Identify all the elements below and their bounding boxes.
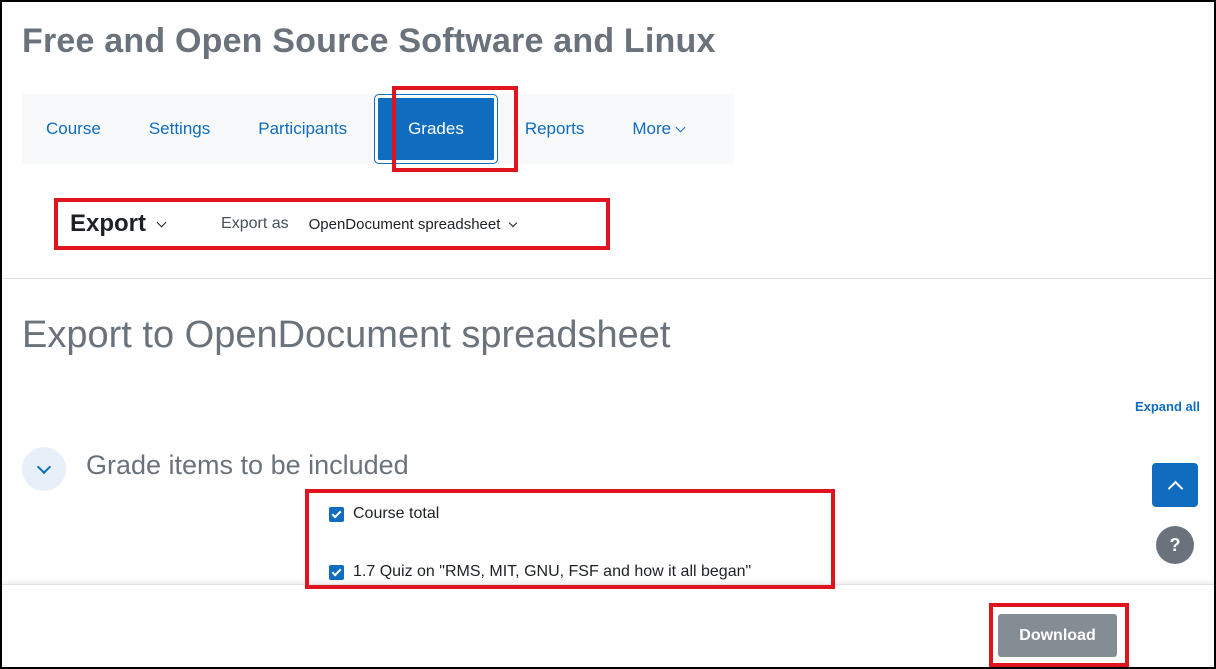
tab-grades-label: Grades (408, 119, 464, 138)
check-icon (331, 508, 342, 518)
tab-reports-label: Reports (524, 119, 585, 138)
expand-all-link[interactable]: Expand all (1135, 399, 1200, 414)
grade-items-list: Course total 1.7 Quiz on "RMS, MIT, GNU,… (329, 504, 751, 582)
export-menu-label: Export (70, 210, 147, 237)
course-title: Free and Open Source Software and Linux (22, 22, 716, 60)
tab-settings-label: Settings (148, 119, 211, 138)
grade-item-label: 1.7 Quiz on "RMS, MIT, GNU, FSF and how … (353, 563, 752, 580)
section-collapse-button[interactable] (22, 447, 66, 491)
grade-item-label: Course total (353, 505, 440, 522)
secondary-navigation: Course Settings Participants Grades Repo… (22, 94, 734, 164)
export-menu-dropdown[interactable]: Export (70, 210, 167, 238)
tab-participants[interactable]: Participants (234, 94, 371, 164)
quiz-item-checkbox[interactable] (329, 564, 344, 580)
tab-participants-label: Participants (258, 119, 348, 138)
chevron-down-icon (156, 217, 167, 228)
tab-course[interactable]: Course (22, 94, 125, 164)
grade-item-row: Course total (329, 504, 751, 524)
chevron-up-icon (1167, 480, 1183, 496)
back-to-top-button[interactable] (1152, 463, 1198, 507)
tab-course-label: Course (46, 119, 101, 138)
chevron-down-icon (36, 459, 52, 474)
chevron-down-icon (675, 122, 686, 132)
page-heading: Export to OpenDocument spreadsheet (22, 314, 671, 356)
tab-more-label: More (632, 119, 672, 138)
tab-reports[interactable]: Reports (501, 94, 609, 164)
help-button[interactable]: ? (1156, 526, 1194, 564)
tab-more[interactable]: More (608, 94, 708, 164)
tab-settings[interactable]: Settings (125, 94, 234, 164)
check-icon (331, 566, 342, 576)
page-frame: Free and Open Source Software and Linux … (0, 0, 1216, 669)
question-mark-icon: ? (1169, 534, 1181, 555)
tab-grades[interactable]: Grades (375, 95, 497, 163)
download-button[interactable]: Download (998, 614, 1117, 657)
tertiary-navigation: Export Export as OpenDocument spreadshee… (70, 208, 518, 240)
export-as-label: Export as (221, 215, 289, 232)
grade-item-row: 1.7 Quiz on "RMS, MIT, GNU, FSF and how … (329, 562, 751, 582)
course-total-checkbox[interactable] (329, 506, 344, 522)
export-format-select[interactable]: OpenDocument spreadsheet (308, 215, 518, 233)
header-divider (2, 278, 1214, 279)
chevron-down-icon (509, 218, 518, 227)
export-format-value: OpenDocument spreadsheet (308, 215, 501, 233)
section-legend: Grade items to be included (86, 450, 409, 480)
